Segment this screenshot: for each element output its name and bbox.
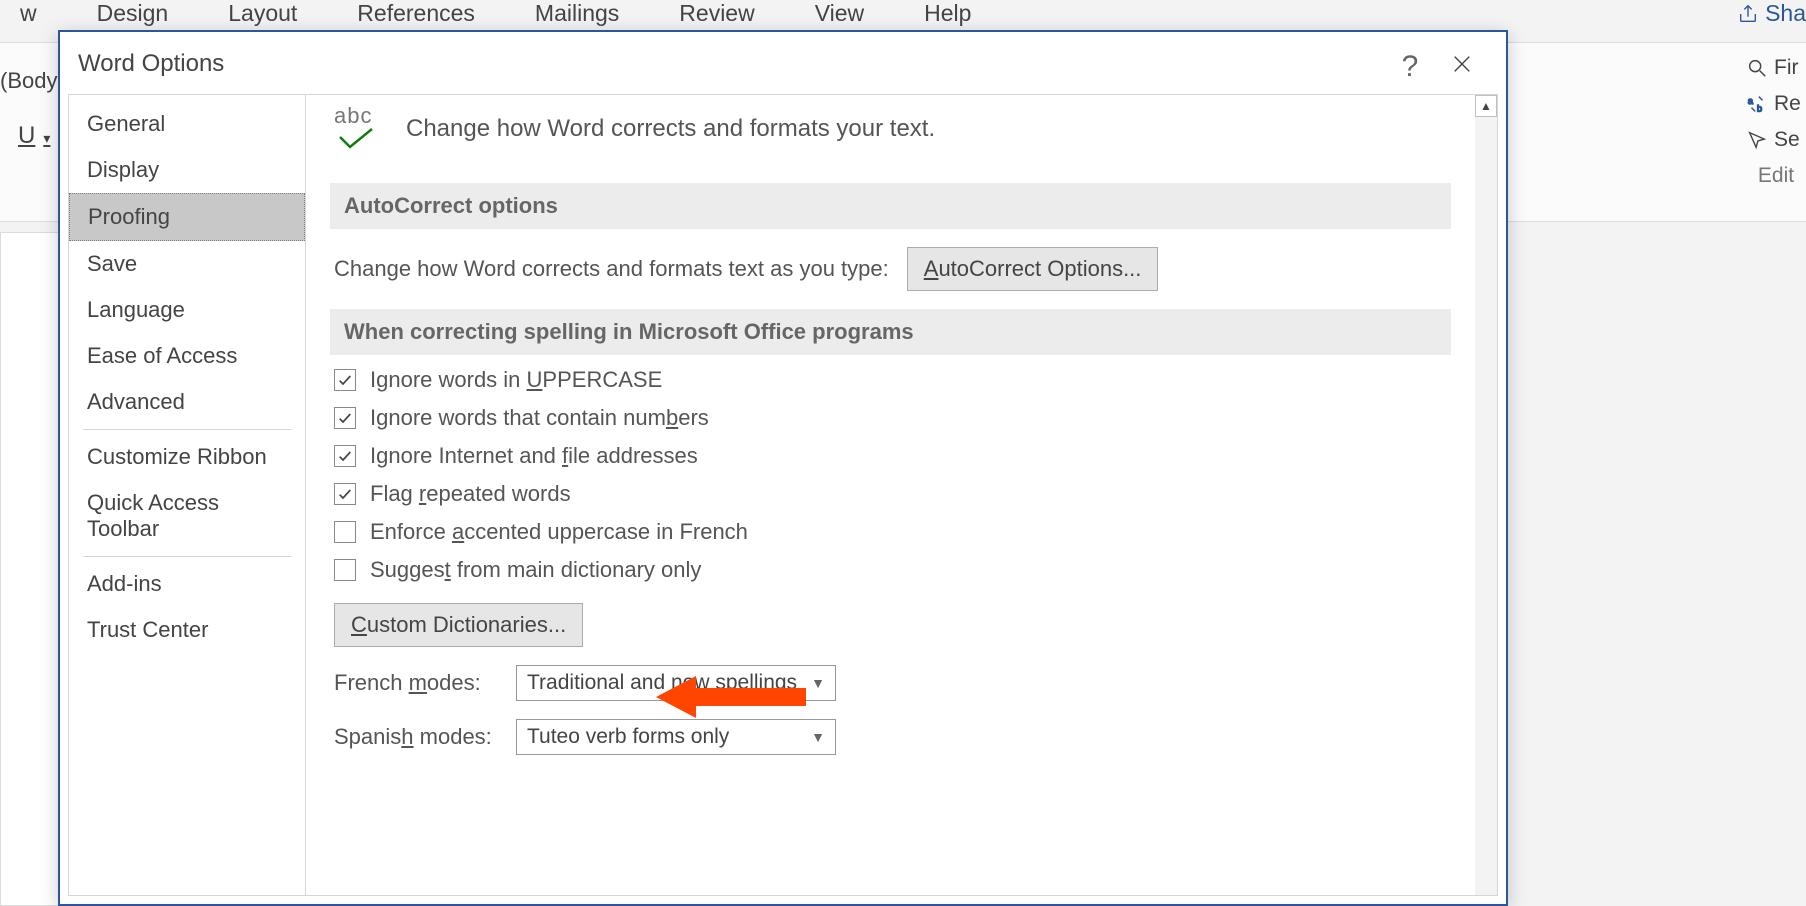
nav-ease-of-access[interactable]: Ease of Access (69, 333, 305, 379)
ribbon-tab-view[interactable]: View (815, 0, 864, 27)
checkbox-label: Enforce accented uppercase in French (370, 519, 748, 545)
checkbox[interactable] (334, 407, 356, 429)
checkbox-label: Suggest from main dictionary only (370, 557, 701, 583)
checkbox[interactable] (334, 521, 356, 543)
word-options-dialog: Word Options ? General Display Proofing … (58, 30, 1508, 906)
chevron-down-icon: ▼ (811, 675, 825, 691)
checkbox-label: Ignore words in UPPERCASE (370, 367, 662, 393)
replace-button[interactable]: ab Re (1746, 86, 1806, 122)
find-icon (1746, 57, 1768, 79)
chevron-down-icon: ▼ (811, 729, 825, 745)
options-nav: General Display Proofing Save Language E… (68, 94, 306, 896)
spanish-modes-label: Spanish modes: (334, 724, 494, 750)
checkbox[interactable] (334, 445, 356, 467)
editing-group: Fir ab Re Se Edit (1746, 50, 1806, 194)
dialog-help-button[interactable]: ? (1392, 50, 1428, 84)
nav-advanced[interactable]: Advanced (69, 379, 305, 425)
underline-button[interactable]: U▾ (18, 122, 50, 150)
proofing-icon: abc (334, 103, 386, 155)
french-modes-combo[interactable]: Traditional and new spellings ▼ (516, 665, 836, 701)
share-button[interactable]: Sha (1737, 0, 1806, 27)
scroll-up-button[interactable]: ▲ (1475, 95, 1497, 117)
checkbox[interactable] (334, 483, 356, 505)
nav-separator (83, 556, 291, 557)
options-content: abc Change how Word corrects and formats… (306, 95, 1475, 895)
ribbon-tab-references[interactable]: References (357, 0, 475, 27)
font-name-combo[interactable]: (Body) (0, 68, 65, 94)
nav-display[interactable]: Display (69, 147, 305, 193)
dialog-close-button[interactable] (1440, 46, 1484, 82)
nav-trust-center[interactable]: Trust Center (69, 607, 305, 653)
nav-quick-access-toolbar[interactable]: Quick Access Toolbar (69, 480, 305, 552)
select-icon (1746, 129, 1768, 151)
nav-proofing[interactable]: Proofing (69, 193, 305, 241)
french-modes-value: Traditional and new spellings (527, 671, 797, 695)
ribbon-tab-mailings[interactable]: Mailings (535, 0, 619, 27)
nav-language[interactable]: Language (69, 287, 305, 333)
nav-customize-ribbon[interactable]: Customize Ribbon (69, 434, 305, 480)
find-button[interactable]: Fir (1746, 50, 1806, 86)
ribbon-tabs: w Design Layout References Mailings Revi… (0, 0, 1806, 30)
close-icon (1451, 53, 1473, 75)
select-button[interactable]: Se (1746, 122, 1806, 158)
checkbox-label: Flag repeated words (370, 481, 571, 507)
nav-separator (83, 429, 291, 430)
share-icon (1737, 3, 1759, 25)
dialog-title: Word Options (78, 50, 224, 78)
section-spelling: When correcting spelling in Microsoft Of… (330, 309, 1451, 355)
custom-dictionaries-button[interactable]: Custom Dictionaries... (334, 603, 583, 647)
share-label: Sha (1765, 0, 1806, 27)
ribbon-tab[interactable]: w (20, 0, 37, 27)
vertical-scrollbar[interactable]: ▲ (1475, 95, 1497, 895)
ribbon-tab-review[interactable]: Review (679, 0, 754, 27)
checkbox[interactable] (334, 559, 356, 581)
checkbox-label: Ignore words that contain numbers (370, 405, 709, 431)
nav-add-ins[interactable]: Add-ins (69, 561, 305, 607)
ribbon-tab-layout[interactable]: Layout (228, 0, 297, 27)
checkbox-label: Ignore Internet and file addresses (370, 443, 698, 469)
section-autocorrect: AutoCorrect options (330, 183, 1451, 229)
nav-general[interactable]: General (69, 101, 305, 147)
french-modes-label: French modes: (334, 670, 494, 696)
ribbon-tab-help[interactable]: Help (924, 0, 971, 27)
replace-icon: ab (1746, 93, 1768, 115)
page-subtitle: Change how Word corrects and formats you… (406, 115, 935, 143)
spanish-modes-combo[interactable]: Tuteo verb forms only ▼ (516, 719, 836, 755)
nav-save[interactable]: Save (69, 241, 305, 287)
svg-text:a: a (1748, 96, 1754, 106)
checkbox[interactable] (334, 369, 356, 391)
spanish-modes-value: Tuteo verb forms only (527, 725, 729, 749)
autocorrect-options-button[interactable]: AutoCorrect Options... (907, 247, 1159, 291)
editing-group-label: Edit (1746, 158, 1806, 194)
ribbon-tab-design[interactable]: Design (97, 0, 169, 27)
autocorrect-desc: Change how Word corrects and formats tex… (334, 256, 889, 282)
svg-text:b: b (1757, 103, 1762, 113)
